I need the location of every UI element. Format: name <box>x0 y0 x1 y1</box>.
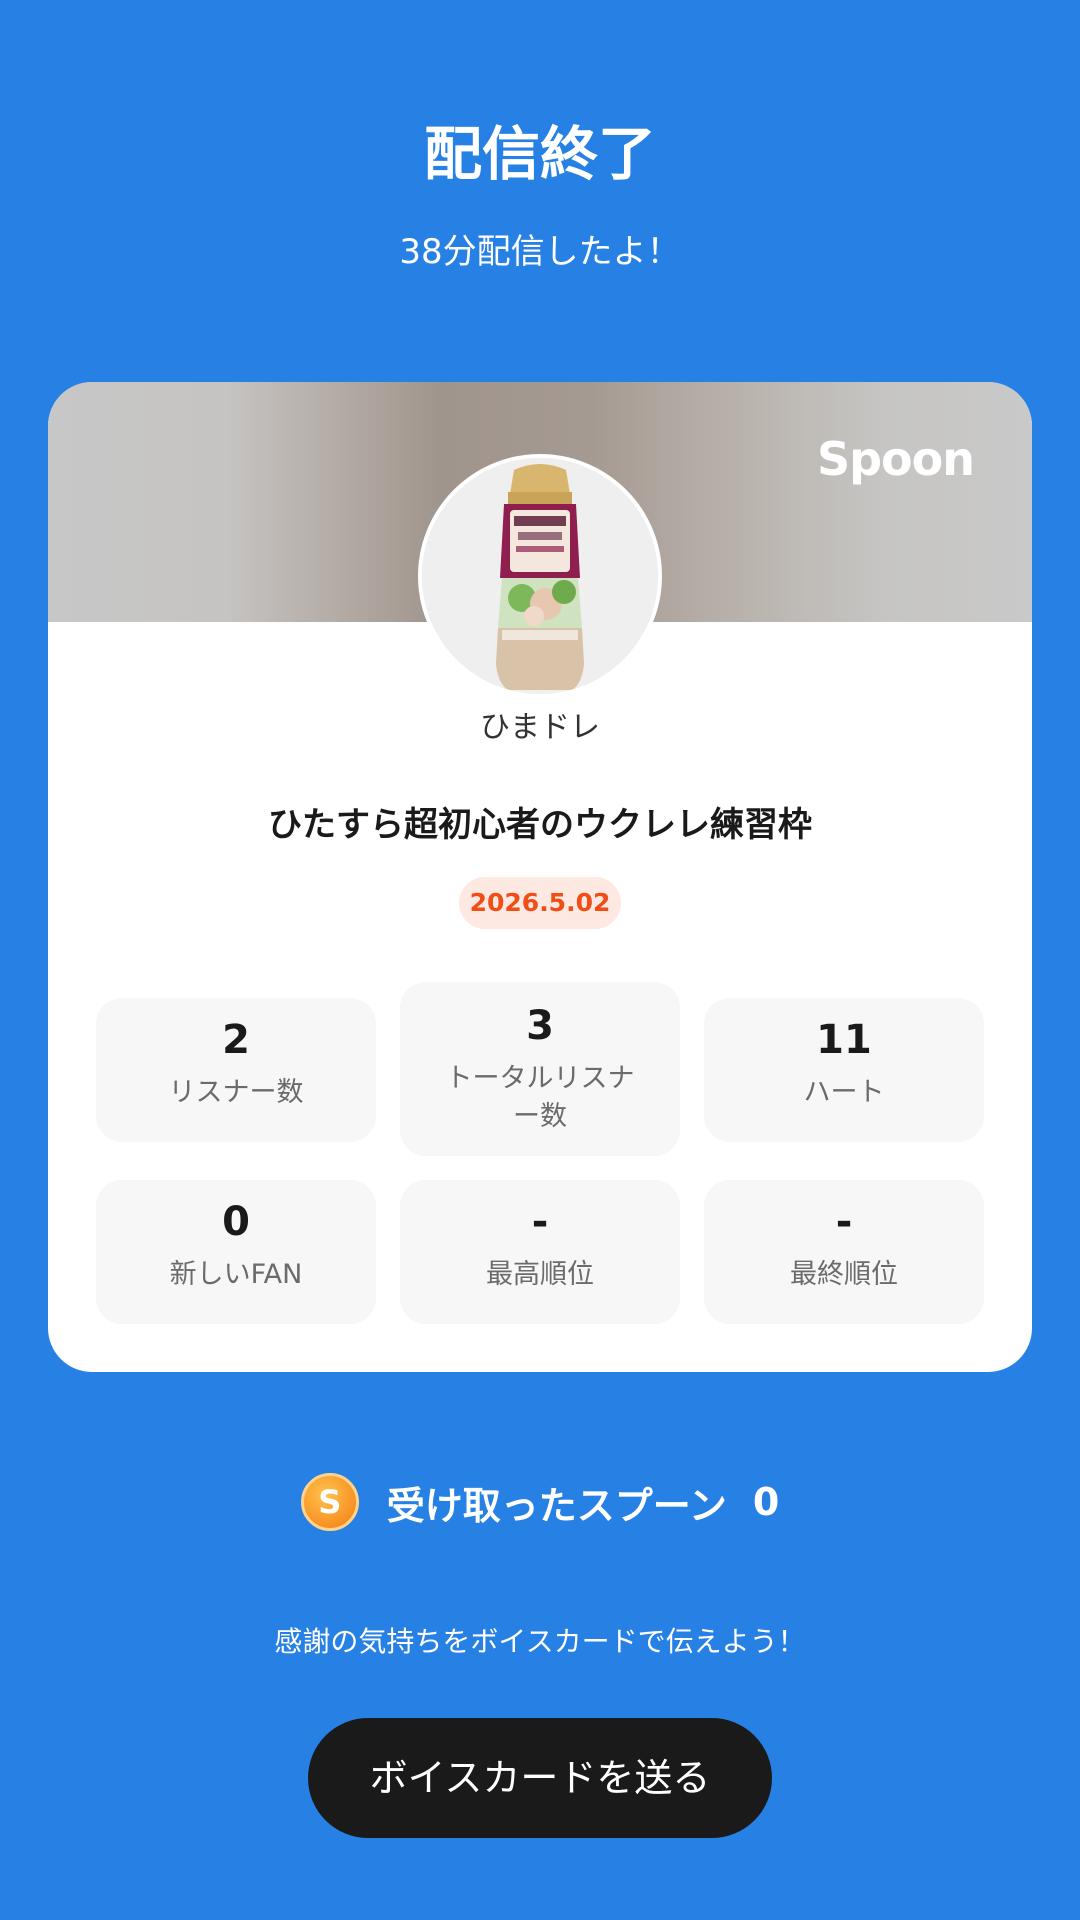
stat-label: 新しいFAN <box>169 1259 303 1290</box>
received-spoons-label: 受け取ったスプーン <box>386 1483 727 1528</box>
date-badge: 2026.5.02 <box>459 877 621 929</box>
broadcast-duration-text: 38分配信したよ！ <box>399 232 681 272</box>
broadcast-summary-card: Spoon ひまドレ ひたすら超初心者のウクレレ練習枠 2026.5.02 2 … <box>48 382 1032 1372</box>
stat-label: トータルリスナー数 <box>445 1063 635 1132</box>
thanks-message: 感謝の気持ちをボイスカードで伝えよう！ <box>274 1625 806 1658</box>
avatar <box>418 454 662 698</box>
stream-title: ひたすら超初心者のウクレレ練習枠 <box>268 805 812 845</box>
stat-listeners: 2 リスナー数 <box>96 998 376 1142</box>
page-title: 配信終了 <box>423 120 656 188</box>
stat-label: リスナー数 <box>168 1077 304 1108</box>
dressing-bottle-avatar-icon <box>422 458 658 694</box>
stat-value: - <box>531 1199 549 1245</box>
stat-label: ハート <box>803 1077 885 1108</box>
received-spoons-row: S 受け取ったスプーン 0 <box>0 1472 1080 1532</box>
stat-final-rank: - 最終順位 <box>704 1180 984 1324</box>
spoon-logo: Spoon <box>816 432 975 486</box>
send-voice-card-button[interactable]: ボイスカードを送る <box>308 1718 772 1838</box>
received-spoons-count: 0 <box>752 1480 780 1524</box>
stat-value: - <box>835 1199 853 1245</box>
stat-value: 11 <box>816 1017 872 1063</box>
stat-value: 2 <box>222 1017 250 1063</box>
stat-label: 最終順位 <box>790 1259 898 1290</box>
spoon-coin-icon: S <box>300 1473 359 1531</box>
stat-label: 最高順位 <box>486 1259 594 1290</box>
stat-value: 3 <box>526 1003 554 1049</box>
stat-value: 0 <box>222 1199 250 1245</box>
stat-best-rank: - 最高順位 <box>400 1180 680 1324</box>
stat-total-listeners: 3 トータルリスナー数 <box>400 982 680 1156</box>
username: ひまドレ <box>480 710 600 745</box>
stat-hearts: 11 ハート <box>704 998 984 1142</box>
stat-new-fans: 0 新しいFAN <box>96 1180 376 1324</box>
